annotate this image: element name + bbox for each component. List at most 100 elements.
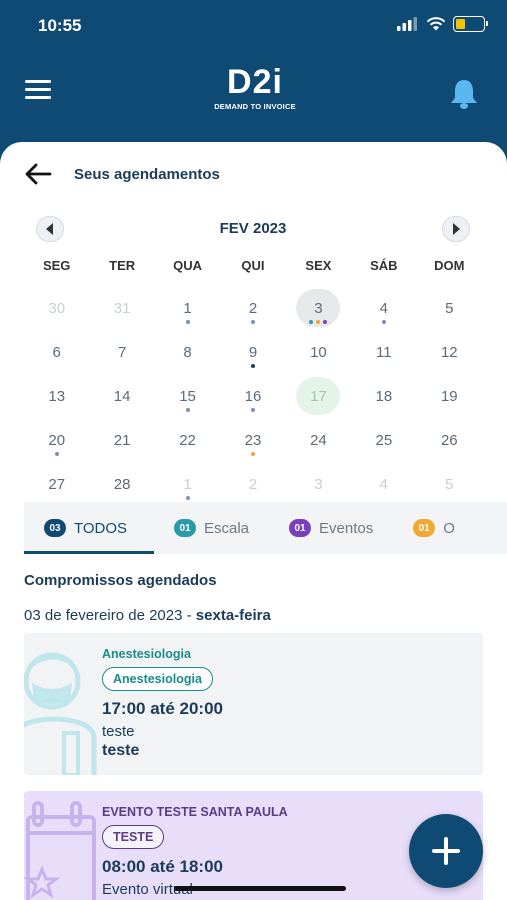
calendar-day[interactable]: 23: [220, 418, 285, 462]
calendar-day[interactable]: 7: [89, 330, 154, 374]
day-number: 5: [445, 299, 454, 317]
calendar-day[interactable]: 5: [417, 286, 482, 330]
day-number: 25: [375, 431, 393, 449]
next-month-button[interactable]: [442, 216, 470, 242]
bell-icon[interactable]: [447, 78, 481, 110]
calendar-day[interactable]: 19: [417, 374, 482, 418]
event-dot: [381, 320, 386, 324]
calendar-day[interactable]: 20: [24, 418, 89, 462]
menu-icon[interactable]: [25, 80, 51, 100]
weekday-label: SEX: [305, 258, 332, 273]
appointment-location: teste: [102, 723, 135, 740]
appointment-card[interactable]: Anestesiologia Anestesiologia 17:00 até …: [24, 633, 483, 775]
calendar-day[interactable]: 18: [351, 374, 416, 418]
home-indicator: [174, 886, 346, 891]
calendar-day[interactable]: 14: [89, 374, 154, 418]
tab-label: TODOS: [74, 519, 128, 537]
calendar-day[interactable]: 26: [417, 418, 482, 462]
day-number: 28: [113, 475, 131, 493]
calendar-day[interactable]: 13: [24, 374, 89, 418]
page-header: Seus agendamentos: [24, 162, 220, 186]
event-dots: [351, 320, 416, 324]
calendar-day[interactable]: 5: [417, 462, 482, 506]
calendar-day[interactable]: 6: [24, 330, 89, 374]
calendar-day[interactable]: 4: [351, 286, 416, 330]
appointment-note: teste: [102, 742, 140, 759]
calendar-day[interactable]: 25: [351, 418, 416, 462]
calendar-day[interactable]: 2: [220, 286, 285, 330]
calendar-day[interactable]: 2: [220, 462, 285, 506]
calendar-day[interactable]: 12: [417, 330, 482, 374]
event-dots: [155, 496, 220, 500]
calendar-day[interactable]: 31: [89, 286, 154, 330]
day-number: 3: [314, 475, 323, 493]
back-arrow-icon[interactable]: [24, 162, 52, 186]
add-appointment-button[interactable]: [409, 814, 483, 888]
event-dots: [220, 320, 285, 324]
day-number: 26: [440, 431, 458, 449]
tab-escala[interactable]: 01 Escala: [154, 502, 269, 554]
event-dots: [155, 408, 220, 412]
event-dot: [250, 320, 255, 324]
calendar-illustration-icon: [24, 801, 96, 900]
calendar-day[interactable]: 15: [155, 374, 220, 418]
appointment-time: 17:00 até 20:00: [102, 699, 223, 718]
event-dots: [220, 364, 285, 368]
calendar-day[interactable]: 16: [220, 374, 285, 418]
weekday-header: SEG TER QUA QUI SEX SÁB DOM: [24, 258, 482, 273]
event-dot: [316, 320, 321, 324]
tab-label: Escala: [204, 519, 250, 537]
selected-date-weekday: sexta-feira: [195, 607, 271, 624]
battery-icon: [453, 16, 488, 32]
appointment-tag: TESTE: [102, 825, 165, 849]
calendar-day[interactable]: 17: [286, 374, 351, 418]
calendar-grid: 30 31 1 2 3 4 5 6 7 8 9 10 11 12 13 14 15 16 17 18 19 20 21 22 2…: [24, 286, 482, 506]
page-title: Seus agendamentos: [74, 165, 220, 183]
plus-icon: [432, 837, 460, 865]
tab-todos[interactable]: 03 TODOS: [24, 502, 154, 554]
status-icons: [397, 16, 488, 32]
chevron-right-icon: [453, 223, 460, 235]
calendar-day[interactable]: 10: [286, 330, 351, 374]
calendar-day[interactable]: 1: [155, 462, 220, 506]
calendar-day[interactable]: 3: [286, 286, 351, 330]
calendar-day[interactable]: 8: [155, 330, 220, 374]
weekday-label: QUA: [173, 258, 202, 273]
appointment-title: EVENTO TESTE SANTA PAULA: [102, 805, 288, 819]
calendar-day[interactable]: 24: [286, 418, 351, 462]
day-number: 22: [179, 431, 196, 449]
event-dot: [250, 408, 255, 412]
calendar-day[interactable]: 3: [286, 462, 351, 506]
day-number: 11: [376, 343, 392, 361]
section-title: Compromissos agendados: [24, 572, 217, 589]
calendar-day[interactable]: 1: [155, 286, 220, 330]
weekday-label: TER: [109, 258, 136, 273]
event-dots: [220, 408, 285, 412]
calendar-day[interactable]: 21: [89, 418, 154, 462]
signal-icon: [397, 17, 417, 31]
calendar-day[interactable]: 11: [351, 330, 416, 374]
selected-date: 03 de fevereiro de 2023 - sexta-feira: [24, 607, 271, 624]
selected-date-text: 03 de fevereiro de 2023 -: [24, 607, 196, 624]
day-number: 10: [310, 343, 327, 361]
event-dots: [155, 320, 220, 324]
tab-o[interactable]: 01 O: [393, 502, 475, 554]
calendar-day[interactable]: 22: [155, 418, 220, 462]
calendar-day[interactable]: 4: [351, 462, 416, 506]
tab-eventos[interactable]: 01 Eventos: [269, 502, 393, 554]
logo-subtitle: DEMAND TO INVOICE: [214, 102, 296, 111]
calendar-day[interactable]: 9: [220, 330, 285, 374]
calendar-day[interactable]: 27: [24, 462, 89, 506]
doctor-illustration-icon: [24, 652, 97, 775]
appointment-body: Anestesiologia Anestesiologia 17:00 até …: [102, 647, 223, 760]
calendar-day[interactable]: 28: [89, 462, 154, 506]
appointment-tag: Anestesiologia: [102, 667, 213, 691]
day-number: 21: [113, 431, 131, 449]
day-number: 30: [48, 299, 66, 317]
calendar-day[interactable]: 30: [24, 286, 89, 330]
day-number: 27: [48, 475, 66, 493]
app-logo: D2i DEMAND TO INVOICE: [212, 64, 298, 116]
month-label: FEV 2023: [219, 220, 287, 237]
event-dot: [323, 320, 328, 324]
appointment-specialty: Anestesiologia: [102, 647, 191, 661]
